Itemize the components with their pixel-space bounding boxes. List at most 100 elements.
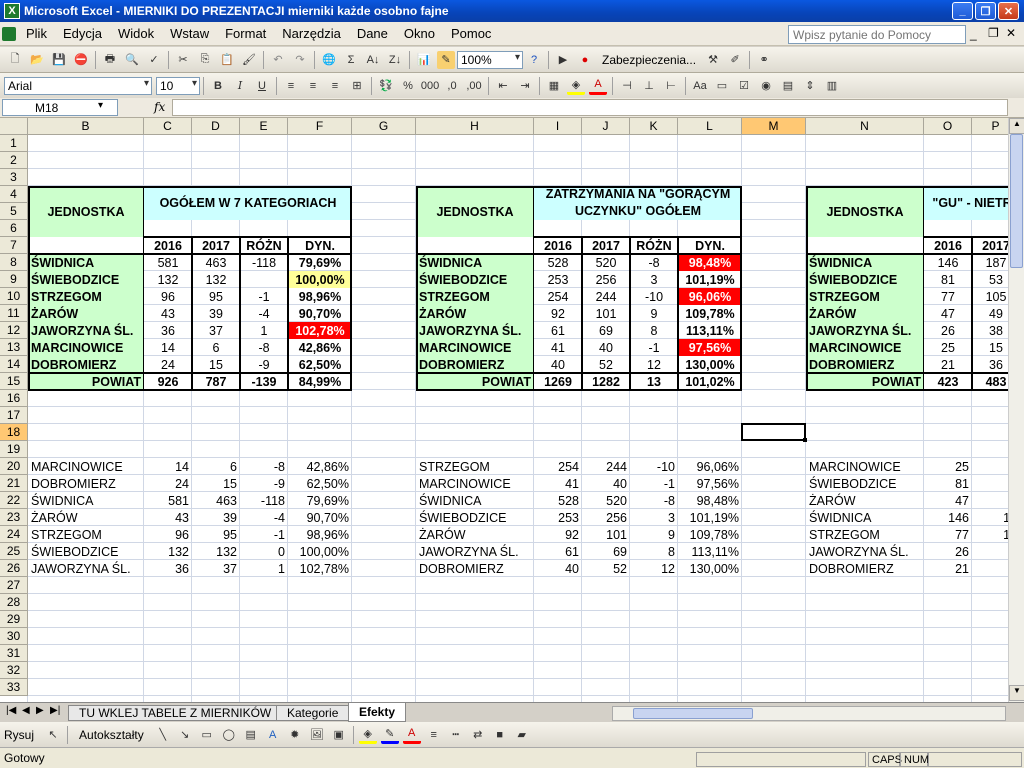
- font-size-select[interactable]: 10: [156, 76, 200, 95]
- help-icon[interactable]: ?: [525, 51, 543, 69]
- minimize-button[interactable]: _: [952, 2, 973, 20]
- column-header[interactable]: G: [352, 118, 416, 135]
- row-header[interactable]: 31: [0, 645, 28, 662]
- row-header[interactable]: 10: [0, 288, 28, 305]
- autoshapes-menu[interactable]: Autokształty: [79, 728, 144, 742]
- list-cell[interactable]: 528: [534, 492, 582, 509]
- chart-wizard-icon[interactable]: 📊: [415, 51, 433, 69]
- list-label[interactable]: MARCINOWICE: [416, 475, 544, 492]
- list-cell[interactable]: 62,50%: [288, 475, 352, 492]
- list-label[interactable]: ŚWIEBODZICE: [806, 475, 934, 492]
- diagram-icon[interactable]: ✹: [286, 726, 304, 744]
- row-header[interactable]: 30: [0, 628, 28, 645]
- row-header[interactable]: 18: [0, 424, 28, 441]
- row-header[interactable]: 19: [0, 441, 28, 458]
- doc-restore-icon[interactable]: ❐: [988, 26, 999, 40]
- fill-handle[interactable]: [803, 438, 807, 442]
- row-header[interactable]: 33: [0, 679, 28, 696]
- doc-minimize-icon[interactable]: _: [970, 27, 977, 41]
- radio-control-icon[interactable]: ◉: [757, 77, 775, 95]
- increase-decimal-icon[interactable]: ,0: [443, 77, 461, 95]
- row-header[interactable]: 28: [0, 594, 28, 611]
- list-cell[interactable]: 97,56%: [678, 475, 742, 492]
- list-label[interactable]: ŻARÓW: [416, 526, 544, 543]
- list-cell[interactable]: 40: [582, 475, 630, 492]
- font-select[interactable]: Arial: [4, 76, 152, 95]
- arrow-icon[interactable]: ↘: [176, 726, 194, 744]
- last-sheet-icon[interactable]: ▶|: [50, 705, 60, 716]
- scroll-up-icon[interactable]: ▲: [1009, 118, 1024, 134]
- list-cell[interactable]: 0: [240, 543, 288, 560]
- list-cell[interactable]: 101,19%: [678, 509, 742, 526]
- list-cell[interactable]: 47: [924, 492, 972, 509]
- list-cell[interactable]: 37: [192, 560, 240, 577]
- properties-icon[interactable]: ▥: [823, 77, 841, 95]
- list-cell[interactable]: 6: [192, 458, 240, 475]
- hyperlink-icon[interactable]: 🌐: [320, 51, 338, 69]
- list-cell[interactable]: 102,78%: [288, 560, 352, 577]
- menu-format[interactable]: Format: [217, 26, 274, 41]
- column-header[interactable]: D: [192, 118, 240, 135]
- column-header[interactable]: F: [288, 118, 352, 135]
- list-cell[interactable]: 52: [582, 560, 630, 577]
- spreadsheet-grid[interactable]: B C D E F G H I J K L M N O P 1 2 3 4 5 6 7 8 9 10 11 12 13 14 15 16 17…: [0, 118, 1008, 702]
- list-cell[interactable]: -8: [630, 492, 678, 509]
- row-header[interactable]: 5: [0, 203, 28, 220]
- shadow-icon[interactable]: ■: [491, 726, 509, 744]
- row-header[interactable]: 6: [0, 220, 28, 237]
- distribute-icon[interactable]: ⊥: [640, 77, 658, 95]
- row-header[interactable]: 9: [0, 271, 28, 288]
- restore-button[interactable]: ❐: [975, 2, 996, 20]
- list-cell[interactable]: 15: [192, 475, 240, 492]
- active-cell-m18[interactable]: [741, 423, 806, 441]
- tab-efekty[interactable]: Efekty: [348, 703, 407, 722]
- menu-wstaw[interactable]: Wstaw: [162, 26, 217, 41]
- checkbox-control-icon[interactable]: ☑: [735, 77, 753, 95]
- oval-icon[interactable]: ◯: [220, 726, 238, 744]
- menu-dane[interactable]: Dane: [349, 26, 396, 41]
- merge-center-icon[interactable]: ⊞: [348, 77, 366, 95]
- textbox-icon[interactable]: ▤: [242, 726, 260, 744]
- first-sheet-icon[interactable]: |◀: [6, 705, 16, 716]
- fill-color-draw-icon[interactable]: ◈: [358, 726, 377, 744]
- list-cell[interactable]: 96,06%: [678, 458, 742, 475]
- column-header[interactable]: K: [630, 118, 678, 135]
- menu-pomoc[interactable]: Pomoc: [443, 26, 499, 41]
- list-cell[interactable]: 98,96%: [288, 526, 352, 543]
- menu-widok[interactable]: Widok: [110, 26, 162, 41]
- list-cell[interactable]: 1: [972, 458, 1008, 475]
- column-header[interactable]: J: [582, 118, 630, 135]
- row-header[interactable]: 8: [0, 254, 28, 271]
- function-icon[interactable]: fx: [154, 100, 165, 114]
- font-color-draw-icon[interactable]: A: [402, 726, 421, 744]
- row-header[interactable]: 17: [0, 407, 28, 424]
- list-cell[interactable]: 61: [534, 543, 582, 560]
- list-cell[interactable]: 3: [972, 560, 1008, 577]
- rectangle-icon[interactable]: ▭: [198, 726, 216, 744]
- chevron-down-icon[interactable]: ▾: [98, 100, 103, 111]
- list-cell[interactable]: 130,00%: [678, 560, 742, 577]
- list-cell[interactable]: 109,78%: [678, 526, 742, 543]
- picture-icon[interactable]: ▣: [330, 726, 348, 744]
- column-header[interactable]: M: [742, 118, 806, 135]
- list-cell[interactable]: 132: [144, 543, 192, 560]
- list-label[interactable]: ŻARÓW: [28, 509, 154, 526]
- list-cell[interactable]: -1: [240, 526, 288, 543]
- dash-style-icon[interactable]: ┅: [447, 726, 465, 744]
- row-header[interactable]: 29: [0, 611, 28, 628]
- list-cell[interactable]: 3: [972, 543, 1008, 560]
- list-cell[interactable]: 8: [630, 543, 678, 560]
- list-cell[interactable]: 146: [924, 509, 972, 526]
- list-cell[interactable]: -1: [630, 475, 678, 492]
- row-header[interactable]: 14: [0, 356, 28, 373]
- list-cell[interactable]: 90,70%: [288, 509, 352, 526]
- list-cell[interactable]: 24: [144, 475, 192, 492]
- scroll-thumb[interactable]: [1010, 134, 1023, 268]
- row-header[interactable]: 1: [0, 135, 28, 152]
- 3d-icon[interactable]: ▰: [513, 726, 531, 744]
- save-icon[interactable]: 💾: [50, 51, 68, 69]
- list-cell[interactable]: 42,86%: [288, 458, 352, 475]
- list-cell[interactable]: 581: [144, 492, 192, 509]
- decrease-indent-icon[interactable]: ⇤: [494, 77, 512, 95]
- row-header[interactable]: 26: [0, 560, 28, 577]
